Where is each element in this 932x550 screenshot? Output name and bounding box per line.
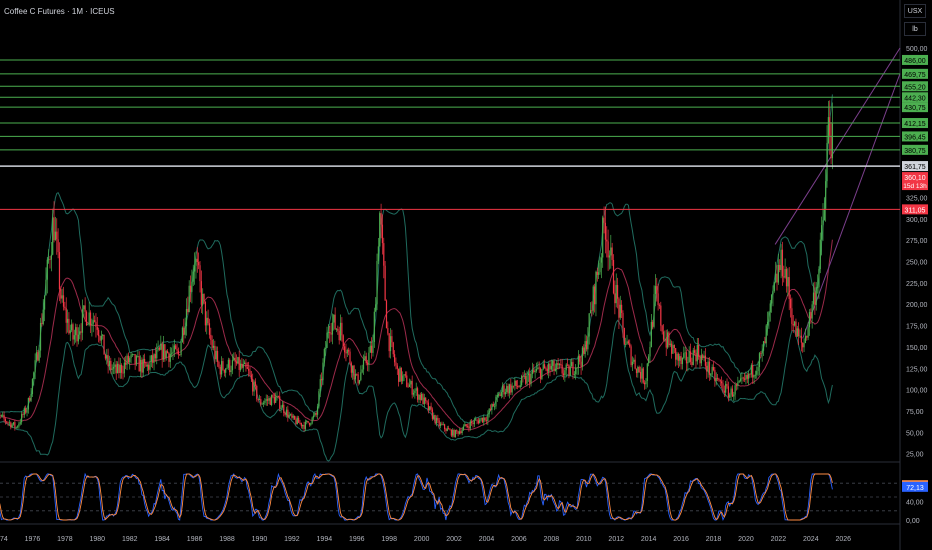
candle — [311, 416, 313, 425]
level-label: 380,75 — [904, 148, 926, 155]
candle — [692, 347, 694, 366]
candle — [422, 392, 424, 405]
x-tick-label: 2010 — [576, 536, 592, 543]
candle — [385, 299, 388, 329]
candle — [135, 354, 138, 367]
candle — [453, 428, 455, 438]
currency-label[interactable]: USX — [904, 4, 926, 18]
x-tick-label: 1980 — [90, 536, 106, 543]
y-tick-label: 150,00 — [906, 345, 928, 352]
x-tick-label: 2024 — [803, 536, 819, 543]
candle — [592, 284, 594, 315]
y-tick-label: 25,00 — [906, 452, 924, 459]
y-tick-label: 125,00 — [906, 366, 928, 373]
chart-background — [0, 0, 932, 550]
candle — [668, 331, 670, 348]
candle — [454, 429, 457, 438]
x-tick-label: 1982 — [122, 536, 138, 543]
x-tick-label: 2016 — [673, 536, 689, 543]
candle — [521, 374, 523, 387]
x-tick-label: 2014 — [641, 536, 657, 543]
x-tick-label: 2020 — [738, 536, 754, 543]
level-label: 361,75 — [904, 164, 926, 171]
level-label: 442,30 — [904, 95, 926, 102]
x-tick-label: 1998 — [381, 536, 397, 543]
candle — [399, 366, 401, 382]
unit-label[interactable]: lb — [904, 22, 926, 36]
candle — [379, 211, 381, 247]
y-tick-label: 275,00 — [906, 238, 928, 245]
x-tick-label: 1988 — [219, 536, 235, 543]
y-tick-label: 175,00 — [906, 324, 928, 331]
level-label: 311,05 — [905, 207, 926, 214]
countdown-label: 15d 13h — [903, 183, 927, 190]
candle — [642, 367, 644, 385]
osc-y-tick-label: 0,00 — [906, 518, 920, 525]
y-tick-label: 250,00 — [906, 260, 928, 267]
x-tick-label: 2000 — [414, 536, 430, 543]
y-tick-label: 75,00 — [906, 409, 924, 416]
level-label: 430,75 — [904, 105, 926, 112]
y-tick-label: 50,00 — [906, 430, 924, 437]
candle — [318, 388, 320, 409]
candle — [237, 356, 239, 365]
x-tick-label: 1978 — [57, 536, 73, 543]
y-tick-label: 300,00 — [906, 217, 928, 224]
candle — [256, 384, 258, 402]
x-tick-label: 1984 — [154, 536, 170, 543]
x-tick-label: 1990 — [252, 536, 268, 543]
x-tick-label: 1994 — [317, 536, 333, 543]
x-tick-label: 2022 — [771, 536, 787, 543]
candle — [85, 310, 88, 327]
x-tick-label: 1996 — [349, 536, 365, 543]
x-tick-label: 1974 — [0, 536, 8, 543]
y-tick-label: 225,00 — [906, 281, 928, 288]
candle — [384, 261, 386, 301]
chart-title: Coffee C Futures · 1M · ICEUS — [4, 7, 115, 16]
x-tick-label: 1986 — [187, 536, 203, 543]
candle — [429, 406, 431, 411]
candle — [630, 344, 632, 368]
y-tick-label: 200,00 — [906, 302, 928, 309]
candle — [481, 417, 484, 423]
candle — [181, 326, 184, 343]
x-tick-label: 2008 — [544, 536, 560, 543]
price-chart[interactable]: 486,00 469,75 455,20 442,30 430,75 412,15 396,… — [0, 0, 932, 550]
candle — [103, 334, 105, 355]
x-tick-label: 2018 — [706, 536, 722, 543]
x-tick-label: 2004 — [479, 536, 495, 543]
osc-value-label: 72,13 — [906, 485, 924, 492]
candle — [373, 307, 375, 348]
candle — [612, 254, 615, 295]
level-label: 469,75 — [904, 72, 926, 79]
y-tick-label: 325,00 — [906, 195, 928, 202]
level-label: 412,15 — [904, 121, 926, 128]
x-tick-label: 1976 — [25, 536, 41, 543]
osc-y-tick-label: 40,00 — [906, 500, 924, 507]
level-label: 455,20 — [904, 84, 926, 91]
x-tick-label: 2026 — [835, 536, 851, 543]
candle — [376, 253, 378, 311]
level-label: 396,45 — [904, 134, 926, 141]
x-tick-label: 2002 — [446, 536, 462, 543]
candle — [271, 394, 273, 407]
x-tick-label: 1992 — [284, 536, 300, 543]
candle — [623, 327, 625, 346]
x-tick-label: 2012 — [608, 536, 624, 543]
current-price-label: 360,10 — [904, 175, 926, 182]
level-label: 486,00 — [904, 58, 926, 65]
y-tick-label: 100,00 — [906, 388, 928, 395]
candle — [293, 415, 296, 420]
x-tick-label: 2006 — [511, 536, 527, 543]
candle — [541, 369, 543, 381]
y-tick-label: 500,00 — [906, 46, 928, 53]
